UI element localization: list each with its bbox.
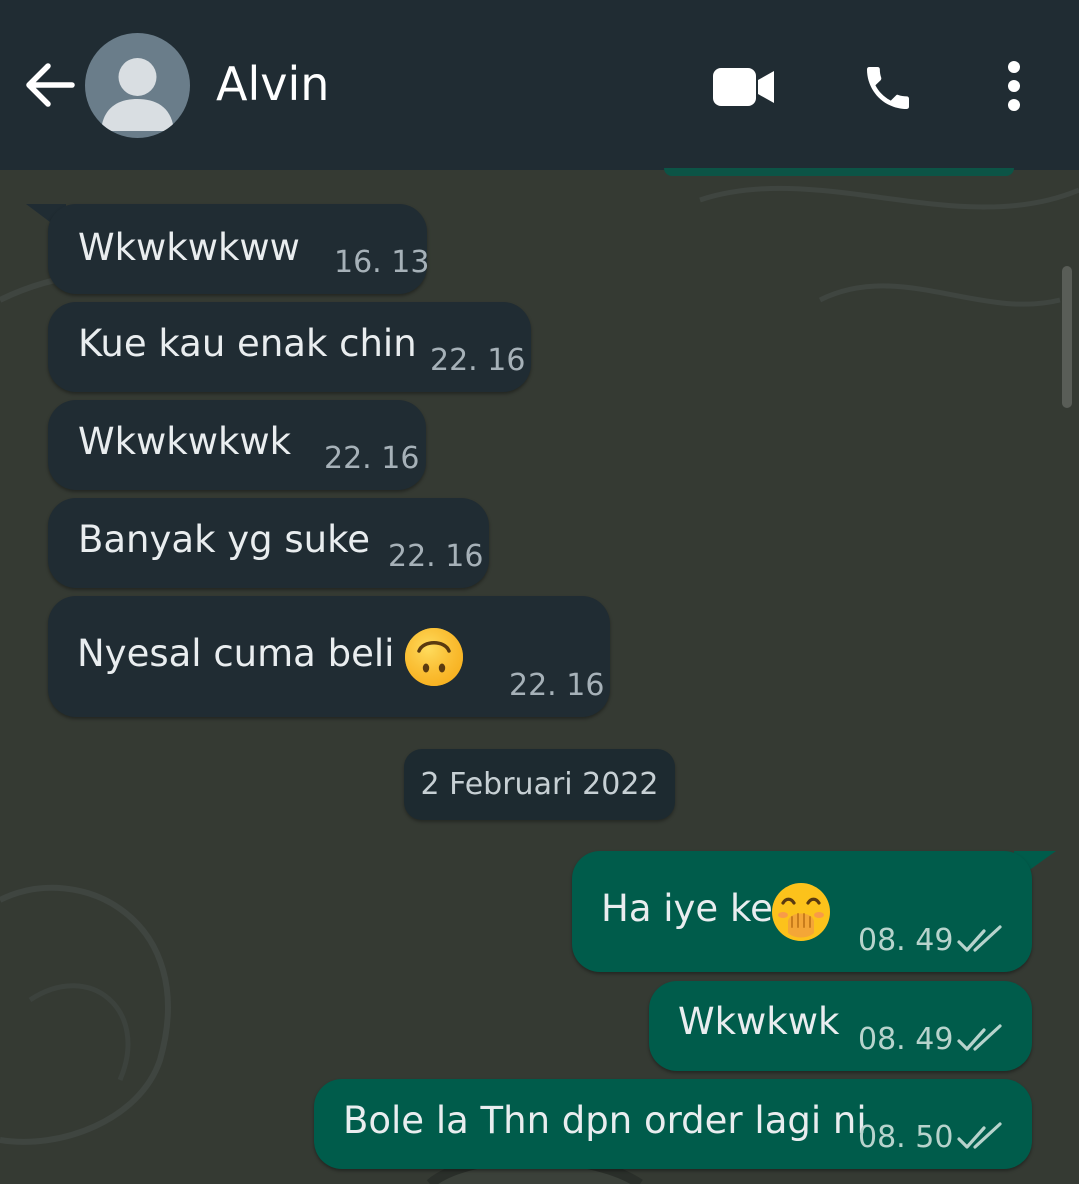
message-bubble-incoming[interactable]: Wkwkwkww 16. 13 <box>48 204 430 294</box>
message-time: 16. 13 <box>334 245 430 280</box>
more-options-icon[interactable] <box>1000 58 1028 114</box>
message-time: 08. 50 <box>858 1120 954 1155</box>
message-bubble-incoming[interactable]: Nyesal cuma beli 1 22. 16 <box>48 596 610 717</box>
message-time: 22. 16 <box>430 343 526 378</box>
message-bubble-outgoing[interactable]: Ha iye ke 08. 49 <box>572 851 1032 972</box>
message-time: 08. 49 <box>858 1022 954 1057</box>
message-time: 08. 49 <box>858 923 954 958</box>
read-receipt-icon <box>957 1024 1002 1051</box>
message-text: Wkwkwkwk <box>78 420 292 463</box>
video-call-icon[interactable] <box>712 66 776 108</box>
message-time: 22. 16 <box>388 539 484 574</box>
message-text: Bole la Thn dpn order lagi ni <box>343 1099 867 1142</box>
avatar[interactable] <box>85 33 190 138</box>
chat-header: Alvin <box>0 0 1079 170</box>
read-receipt-icon <box>957 1122 1002 1149</box>
message-bubble-incoming[interactable]: Wkwkwkwk 22. 16 <box>48 400 426 490</box>
avatar-placeholder-icon <box>101 58 174 131</box>
message-text: Wkwkwk <box>678 1000 840 1043</box>
message-bubble-outgoing[interactable]: Wkwkwk 08. 49 <box>649 981 1032 1071</box>
message-text: Wkwkwkww <box>78 226 300 269</box>
date-separator: 2 Februari 2022 <box>404 749 675 820</box>
previous-message-edge <box>664 168 1014 176</box>
voice-call-icon[interactable] <box>860 60 916 116</box>
message-bubble-incoming[interactable]: Kue kau enak chin 22. 16 <box>48 302 531 392</box>
message-bubble-outgoing[interactable]: Bole la Thn dpn order lagi ni 08. 50 <box>314 1079 1032 1169</box>
message-text: Ha iye ke <box>601 887 773 930</box>
upside-down-face-emoji-icon <box>405 628 463 686</box>
message-text: Nyesal cuma beli 1 <box>77 632 430 675</box>
message-time: 22. 16 <box>509 668 605 703</box>
scrollbar[interactable] <box>1062 266 1072 408</box>
message-bubble-incoming[interactable]: Banyak yg suke 22. 16 <box>48 498 489 588</box>
message-text: Kue kau enak chin <box>78 322 417 365</box>
face-with-hand-over-mouth-emoji-icon <box>772 883 830 941</box>
read-receipt-icon <box>957 925 1002 952</box>
message-time: 22. 16 <box>324 441 420 476</box>
contact-name[interactable]: Alvin <box>216 56 329 112</box>
message-text: Banyak yg suke <box>78 518 371 561</box>
back-arrow-icon[interactable] <box>20 55 80 115</box>
